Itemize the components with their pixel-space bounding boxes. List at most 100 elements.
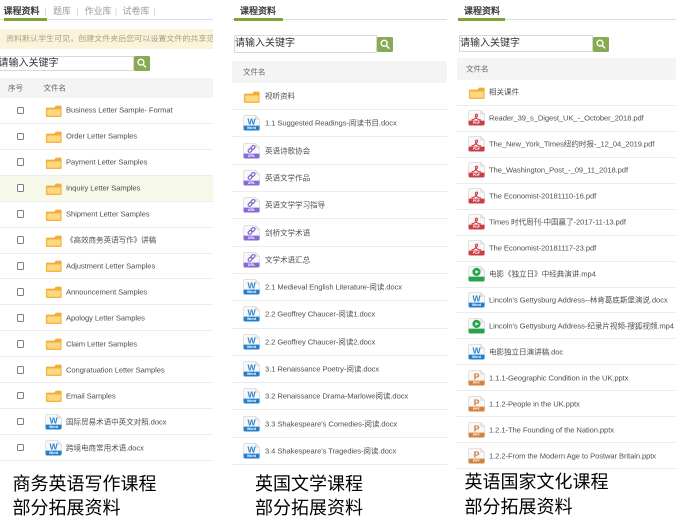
file-name[interactable]: 国际贸易术语中英文对照.docx xyxy=(66,416,166,427)
table-row[interactable]: WWord跨境电商常用术语.docx xyxy=(0,435,213,461)
search-button[interactable] xyxy=(593,37,609,52)
file-name[interactable]: 3.4 Shakespeare's Tragedies-阅读.docx xyxy=(265,445,396,456)
table-row[interactable]: PDFThe Economist-20181110-16.pdf xyxy=(457,184,676,210)
file-name[interactable]: Reader_39_s_Digest_UK_-_October_2018.pdf xyxy=(489,114,644,123)
row-checkbox[interactable] xyxy=(17,366,25,374)
table-row[interactable]: Adjustment Letter Samples xyxy=(0,254,213,280)
file-name[interactable]: 英语文学作品 xyxy=(265,172,310,183)
table-row[interactable]: URL英语文学学习指导 xyxy=(232,192,447,219)
table-row[interactable]: WWord1.1 Suggested Readings-阅读书目.docx xyxy=(232,110,447,137)
file-name[interactable]: 英语诗歌协会 xyxy=(265,145,310,156)
tab-exam-bank[interactable]: 试卷库 xyxy=(123,6,150,17)
file-name[interactable]: Order Letter Samples xyxy=(66,132,137,141)
file-name[interactable]: 3.2 Renaissance Drama-Marlowe阅读.docx xyxy=(265,391,408,402)
table-row[interactable]: PDFThe_Washington_Post_-_09_11_2018.pdf xyxy=(457,158,676,184)
row-checkbox[interactable] xyxy=(17,418,25,426)
file-name[interactable]: 1.1.1-Geographic Condition in the UK.ppt… xyxy=(489,373,628,382)
file-name[interactable]: Claim Letter Samples xyxy=(66,339,137,348)
file-name[interactable]: The_New_York_Times纽约时报-_12_04_2019.pdf xyxy=(489,139,654,150)
search-button[interactable] xyxy=(377,37,393,52)
file-name[interactable]: 2.1 Medieval English Literature-阅读.docx xyxy=(265,282,402,293)
table-row[interactable]: URL英语文学作品 xyxy=(232,165,447,192)
table-row[interactable]: 电影《独立日》中经典演讲.mp4 xyxy=(457,262,676,288)
table-row[interactable]: PPPT1.2.2-From the Modern Age to Postwar… xyxy=(457,443,676,469)
file-name[interactable]: The Economist-20181110-16.pdf xyxy=(489,192,596,201)
table-row[interactable]: WWord国际贸易术语中英文对照.docx xyxy=(0,409,213,435)
table-row[interactable]: Shipment Letter Samples xyxy=(0,202,213,228)
row-checkbox[interactable] xyxy=(17,288,25,296)
file-name[interactable]: 1.1 Suggested Readings-阅读书目.docx xyxy=(265,118,397,129)
file-name[interactable]: 跨境电商常用术语.docx xyxy=(66,442,144,453)
file-name[interactable]: Business Letter Sample- Format xyxy=(66,106,173,115)
file-name[interactable]: 2.2 Geoffrey Chaucer-阅读1.docx xyxy=(265,309,375,320)
table-row[interactable]: WWord3.1 Renaissance Poetry-阅读.docx xyxy=(232,356,447,383)
file-name[interactable]: Inquiry Letter Samples xyxy=(66,184,140,193)
file-name[interactable]: 相关课件 xyxy=(489,87,519,98)
table-row[interactable]: PPPT1.1.1-Geographic Condition in the UK… xyxy=(457,365,676,391)
table-row[interactable]: WWord2.2 Geoffrey Chaucer-阅读2.docx xyxy=(232,329,447,356)
table-row[interactable]: Email Samples xyxy=(0,383,213,409)
search-button[interactable] xyxy=(134,56,150,71)
file-name[interactable]: 3.1 Renaissance Poetry-阅读.docx xyxy=(265,364,379,375)
tab-question-bank[interactable]: 题库 xyxy=(53,6,71,17)
file-name[interactable]: 1.1.2-People in the UK.pptx xyxy=(489,399,580,408)
row-checkbox[interactable] xyxy=(17,340,25,348)
table-row[interactable]: Apology Letter Samples xyxy=(0,305,213,331)
table-row[interactable]: Lincoln's Gettysburg Address-纪录片视频-搜狐视频.… xyxy=(457,313,676,339)
tab-course-materials[interactable]: 课程资料 xyxy=(464,6,500,17)
file-name[interactable]: Adjustment Letter Samples xyxy=(66,261,155,270)
row-checkbox[interactable] xyxy=(17,158,25,166)
file-name[interactable]: 《高效商务英语写作》讲稿 xyxy=(66,235,156,246)
table-row[interactable]: WWord2.2 Geoffrey Chaucer-阅读1.docx xyxy=(232,301,447,328)
table-row[interactable]: 《高效商务英语写作》讲稿 xyxy=(0,228,213,254)
table-row[interactable]: WWord3.2 Renaissance Drama-Marlowe阅读.doc… xyxy=(232,383,447,410)
file-name[interactable]: The Economist-20181117-23.pdf xyxy=(489,244,596,253)
row-checkbox[interactable] xyxy=(17,133,25,141)
table-row[interactable]: URL文学术语汇总 xyxy=(232,247,447,274)
file-name[interactable]: 1.2.1-The Founding of the Nation.pptx xyxy=(489,425,614,434)
row-checkbox[interactable] xyxy=(17,392,25,400)
row-checkbox[interactable] xyxy=(17,314,25,322)
file-name[interactable]: 电影《独立日》中经典演讲.mp4 xyxy=(489,269,596,280)
table-row[interactable]: Announcement Samples xyxy=(0,279,213,305)
file-name[interactable]: Lincoln's Gettysburg Address--林肯葛底斯堡演说.d… xyxy=(489,294,668,305)
table-row[interactable]: 视听资料 xyxy=(232,83,447,110)
tab-homework-bank[interactable]: 作业库 xyxy=(85,6,112,17)
file-name[interactable]: Announcement Samples xyxy=(66,287,147,296)
file-name[interactable]: 3.3 Shakespeare's Comedies-阅读.docx xyxy=(265,418,397,429)
file-name[interactable]: Payment Letter Samples xyxy=(66,158,147,167)
table-row[interactable]: PDFReader_39_s_Digest_UK_-_October_2018.… xyxy=(457,106,676,132)
table-row[interactable]: WWordLincoln's Gettysburg Address--林肯葛底斯… xyxy=(457,288,676,314)
row-checkbox[interactable] xyxy=(17,262,25,270)
tab-course-materials[interactable]: 课程资料 xyxy=(4,6,40,17)
file-name[interactable]: 视听资料 xyxy=(265,91,295,102)
row-checkbox[interactable] xyxy=(17,236,25,244)
file-name[interactable]: 1.2.2-From the Modern Age to Postwar Bri… xyxy=(489,451,656,460)
file-name[interactable]: Apology Letter Samples xyxy=(66,313,145,322)
tab-course-materials[interactable]: 课程资料 xyxy=(240,6,276,17)
table-row[interactable]: URL英语诗歌协会 xyxy=(232,137,447,164)
file-name[interactable]: Times 时代周刊-中国赢了-2017-11-13.pdf xyxy=(489,217,626,228)
row-checkbox[interactable] xyxy=(17,210,25,218)
file-name[interactable]: Congratuation Letter Samples xyxy=(66,365,165,374)
table-row[interactable]: Inquiry Letter Samples xyxy=(0,176,213,202)
table-row[interactable]: URL剑桥文学术语 xyxy=(232,219,447,246)
row-checkbox[interactable] xyxy=(17,184,25,192)
file-name[interactable]: Email Samples xyxy=(66,391,116,400)
table-row[interactable]: PDFThe Economist-20181117-23.pdf xyxy=(457,236,676,262)
table-row[interactable]: PPPT1.1.2-People in the UK.pptx xyxy=(457,391,676,417)
row-checkbox[interactable] xyxy=(17,444,25,452)
table-row[interactable]: WWord电影独立日演讲稿.doc xyxy=(457,339,676,365)
table-row[interactable]: Business Letter Sample- Format xyxy=(0,98,213,124)
table-row[interactable]: Congratuation Letter Samples xyxy=(0,357,213,383)
file-name[interactable]: 英语文学学习指导 xyxy=(265,200,325,211)
file-name[interactable]: 剑桥文学术语 xyxy=(265,227,310,238)
table-row[interactable]: WWord3.4 Shakespeare's Tragedies-阅读.docx xyxy=(232,438,447,465)
file-name[interactable]: 电影独立日演讲稿.doc xyxy=(489,346,563,357)
file-name[interactable]: 文学术语汇总 xyxy=(265,254,310,265)
table-row[interactable]: WWord2.1 Medieval English Literature-阅读.… xyxy=(232,274,447,301)
table-row[interactable]: PDFTimes 时代周刊-中国赢了-2017-11-13.pdf xyxy=(457,210,676,236)
table-row[interactable]: Payment Letter Samples xyxy=(0,150,213,176)
table-row[interactable]: WWord3.3 Shakespeare's Comedies-阅读.docx xyxy=(232,410,447,437)
file-name[interactable]: The_Washington_Post_-_09_11_2018.pdf xyxy=(489,166,628,175)
